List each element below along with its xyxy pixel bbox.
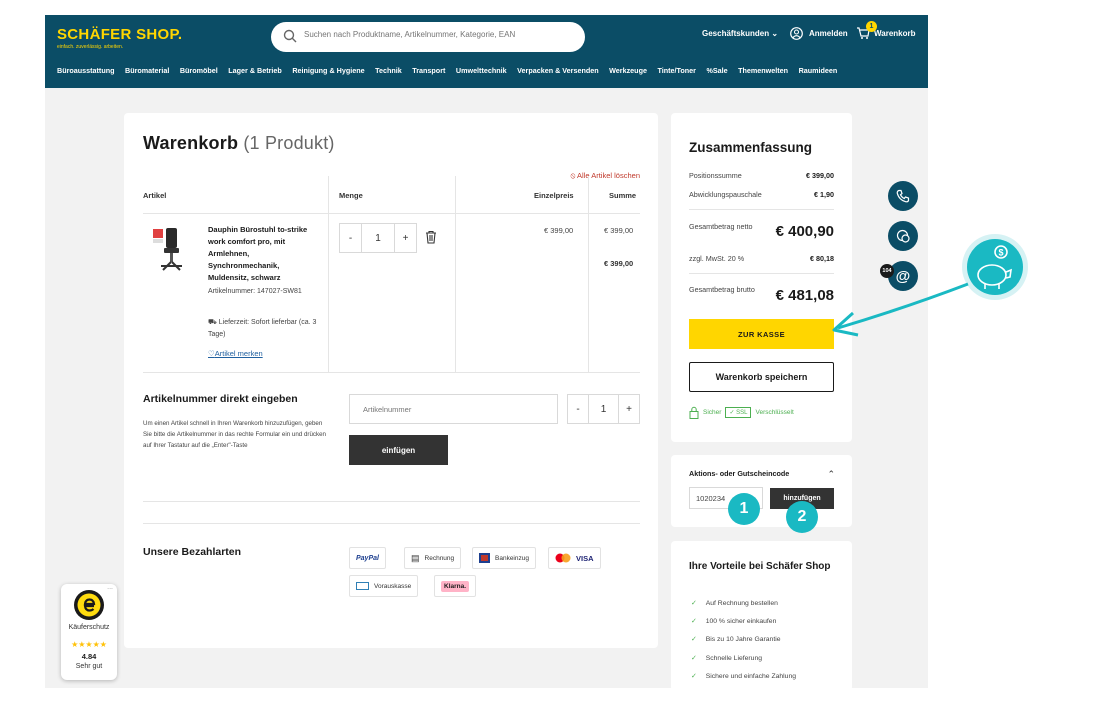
annotation-overlay: $	[832, 234, 1028, 337]
piggy-bank-icon	[967, 239, 1023, 295]
dollar-glyph: $	[998, 248, 1003, 258]
pointer-arrow	[837, 282, 969, 330]
callout-marker: 1	[728, 493, 760, 525]
callout-marker: 2	[786, 501, 818, 533]
